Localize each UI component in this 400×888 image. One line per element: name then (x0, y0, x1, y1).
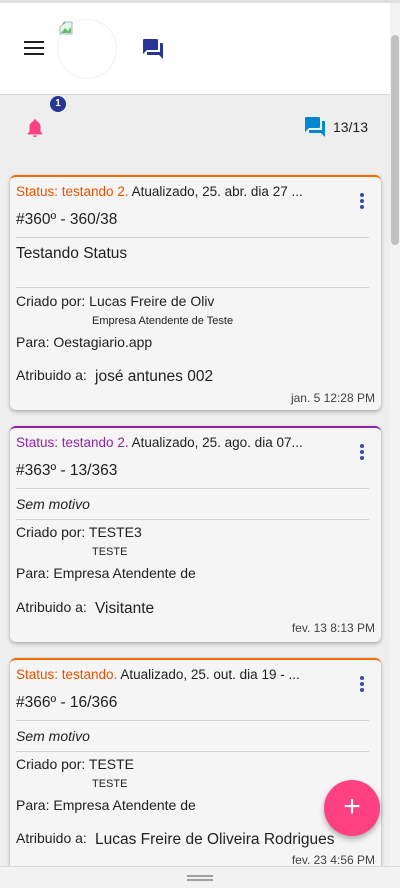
ticket-card[interactable]: Status: testando. Atualizado, 25. out. d… (10, 658, 381, 866)
more-options-icon[interactable] (359, 193, 365, 213)
status-text: Status: testando. (16, 667, 118, 682)
status-text: Status: testando 2. (16, 184, 129, 199)
status-line: Status: testando 2. Atualizado, 25. abr.… (16, 184, 345, 199)
status-text: Status: testando 2. (16, 435, 129, 450)
for-row: Para: Empresa Atendente de (16, 797, 196, 813)
divider (16, 720, 369, 721)
ticket-title: Sem motivo (16, 496, 90, 512)
assigned-to: Lucas Freire de Oliveira Rodrigues (95, 831, 335, 848)
for-label: Para: (16, 565, 50, 581)
for-label: Para: (16, 797, 50, 813)
bell-icon[interactable] (24, 117, 46, 139)
ticket-card[interactable]: Status: testando 2. Atualizado, 25. ago.… (10, 426, 381, 642)
assigned-label: Atribuido a: (16, 830, 87, 846)
bottom-handle-bar (0, 866, 400, 888)
ticket-title: Testando Status (16, 245, 128, 262)
ticket-date: fev. 23 4:56 PM (291, 853, 375, 866)
more-options-icon[interactable] (359, 676, 365, 696)
divider (16, 287, 369, 288)
for-value: Empresa Atendente de (53, 797, 196, 813)
divider (16, 751, 369, 752)
ticket-code: #360º - 360/38 (16, 211, 118, 228)
created-by: TESTE (88, 756, 135, 772)
broken-image-icon (59, 21, 73, 35)
ticket-code: #366º - 16/366 (16, 694, 118, 711)
for-row: Para: Oestagiario.app (16, 334, 152, 350)
drag-handle-icon[interactable] (187, 875, 213, 881)
for-value: Empresa Atendente de (53, 565, 196, 581)
updated-text: Atualizado, 25. abr. dia 27 ... (131, 184, 303, 199)
company-name: Empresa Atendente de Teste (92, 315, 234, 327)
chat-count-label: 13/13 (332, 119, 368, 135)
for-label: Para: (16, 334, 50, 350)
created-by-row: Criado por: TESTE3 (16, 524, 142, 540)
chat-icon[interactable] (141, 37, 165, 61)
created-label: Criado por: (16, 756, 86, 772)
ticket-list: Status: testando 2. Atualizado, 25. abr.… (0, 161, 390, 866)
status-bar: 1 13/13 (0, 95, 390, 161)
logo[interactable] (57, 19, 117, 79)
assigned-label: Atribuido a: (16, 599, 87, 615)
ticket-code: #363º - 13/363 (16, 462, 118, 479)
ticket-date: jan. 5 12:28 PM (290, 391, 375, 405)
company-name: TESTE (92, 778, 128, 790)
updated-text: Atualizado, 25. ago. dia 07... (131, 435, 303, 450)
created-by-row: Criado por: Lucas Freire de Oliv (16, 293, 214, 309)
chat-icon (304, 117, 325, 137)
app-frame: 1 13/13 Status: testando 2. Atualizado, … (0, 0, 400, 888)
add-ticket-button[interactable]: + (324, 780, 380, 836)
created-by: TESTE3 (88, 524, 142, 540)
created-by-row: Criado por: TESTE (16, 756, 134, 772)
status-line: Status: testando. Atualizado, 25. out. d… (16, 667, 345, 682)
menu-icon[interactable] (24, 41, 44, 55)
more-options-icon[interactable] (359, 444, 365, 464)
ticket-title: Sem motivo (16, 728, 90, 744)
chat-counter[interactable]: 13/13 (303, 115, 368, 139)
assigned-to: Visitante (95, 600, 155, 617)
status-line: Status: testando 2. Atualizado, 25. ago.… (16, 435, 345, 450)
ticket-date: fev. 13 8:13 PM (291, 621, 375, 635)
notification-badge: 1 (50, 96, 66, 112)
divider (16, 488, 369, 489)
for-value: Oestagiario.app (53, 334, 153, 350)
divider (16, 519, 369, 520)
ticket-card[interactable]: Status: testando 2. Atualizado, 25. abr.… (10, 175, 381, 410)
for-row: Para: Empresa Atendente de (16, 565, 196, 581)
app-bar (0, 3, 390, 95)
created-by: Lucas Freire de Oliv (89, 293, 215, 309)
scrollbar-thumb[interactable] (391, 35, 399, 245)
updated-text: Atualizado, 25. out. dia 19 - ... (120, 667, 300, 682)
company-name: TESTE (92, 546, 128, 558)
assigned-label: Atribuido a: (16, 367, 87, 383)
scrollbar[interactable] (390, 3, 400, 866)
divider (16, 237, 369, 238)
assigned-to: josé antunes 002 (95, 368, 214, 385)
created-label: Criado por: (16, 524, 86, 540)
created-label: Criado por: (16, 293, 86, 309)
